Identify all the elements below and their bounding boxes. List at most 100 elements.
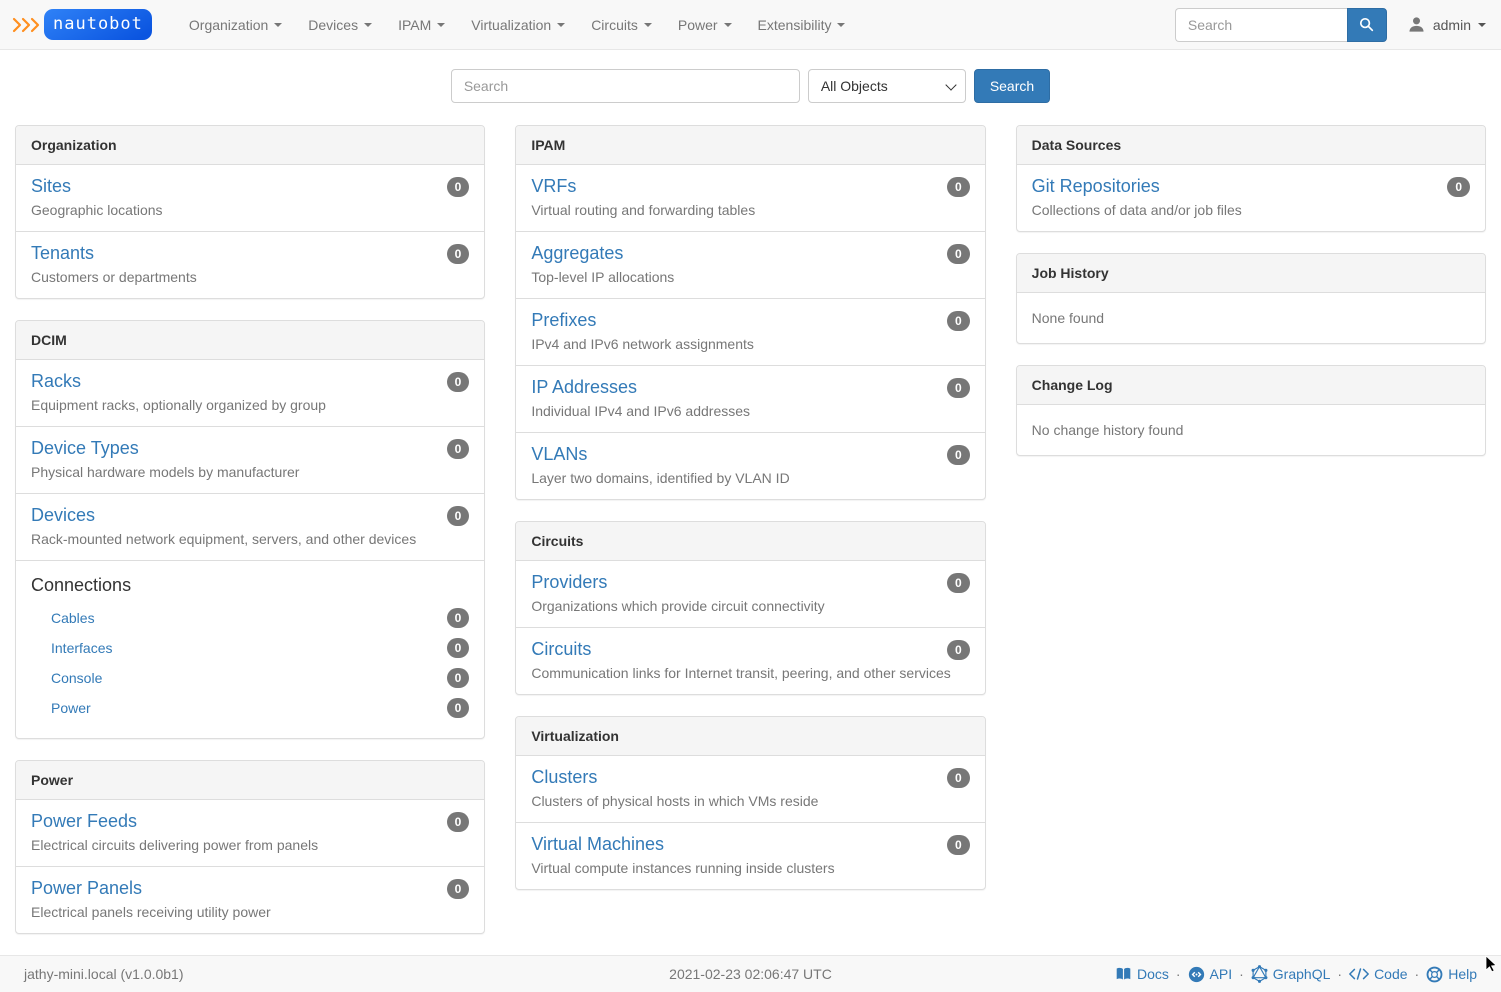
list-item: Tenants 0 Customers or departments bbox=[16, 231, 484, 298]
ip-addresses-link[interactable]: IP Addresses bbox=[531, 377, 637, 398]
prefixes-link[interactable]: Prefixes bbox=[531, 310, 596, 331]
chevron-down-icon bbox=[437, 23, 445, 27]
list-item: Git Repositories 0 Collections of data a… bbox=[1017, 165, 1485, 231]
count-badge: 0 bbox=[947, 244, 970, 264]
empty-state-text: No change history found bbox=[1017, 405, 1485, 455]
count-badge: 0 bbox=[1447, 177, 1470, 197]
list-item: Cables 0 bbox=[31, 603, 469, 633]
count-badge: 0 bbox=[447, 608, 470, 628]
circuits-link[interactable]: Circuits bbox=[531, 639, 591, 660]
list-item: Circuits 0 Communication links for Inter… bbox=[516, 627, 984, 694]
nautobot-logo[interactable]: nautobot bbox=[12, 9, 152, 40]
tenants-link[interactable]: Tenants bbox=[31, 243, 94, 264]
item-description: IPv4 and IPv6 network assignments bbox=[531, 336, 969, 352]
panel-change-log: Change Log No change history found bbox=[1016, 365, 1486, 456]
device-types-link[interactable]: Device Types bbox=[31, 438, 139, 459]
chevron-down-icon bbox=[644, 23, 652, 27]
menu-circuits[interactable]: Circuits bbox=[578, 2, 665, 48]
chevron-down-icon bbox=[557, 23, 565, 27]
search-input[interactable] bbox=[451, 69, 800, 103]
panel-ipam: IPAM VRFs 0 Virtual routing and forwardi… bbox=[515, 125, 985, 500]
navbar-search-input[interactable] bbox=[1175, 8, 1347, 42]
sites-link[interactable]: Sites bbox=[31, 176, 71, 197]
count-badge: 0 bbox=[947, 378, 970, 398]
racks-link[interactable]: Racks bbox=[31, 371, 81, 392]
list-item: Clusters 0 Clusters of physical hosts in… bbox=[516, 756, 984, 822]
list-item: Providers 0 Organizations which provide … bbox=[516, 561, 984, 627]
book-icon bbox=[1115, 966, 1132, 982]
count-badge: 0 bbox=[447, 506, 470, 526]
navbar-search-button[interactable] bbox=[1347, 8, 1387, 42]
devices-link[interactable]: Devices bbox=[31, 505, 95, 526]
graphql-link[interactable]: GraphQL bbox=[1251, 965, 1331, 983]
git-repositories-link[interactable]: Git Repositories bbox=[1032, 176, 1160, 197]
item-description: Communication links for Internet transit… bbox=[531, 665, 969, 681]
cables-link[interactable]: Cables bbox=[51, 610, 95, 626]
list-item: Virtual Machines 0 Virtual compute insta… bbox=[516, 822, 984, 889]
item-description: Equipment racks, optionally organized by… bbox=[31, 397, 469, 413]
separator: · bbox=[1239, 966, 1244, 982]
empty-state-text: None found bbox=[1017, 293, 1485, 343]
code-icon bbox=[1349, 967, 1369, 981]
count-badge: 0 bbox=[447, 244, 470, 264]
power-connections-link[interactable]: Power bbox=[51, 700, 91, 716]
api-link[interactable]: API bbox=[1188, 966, 1233, 983]
item-description: Clusters of physical hosts in which VMs … bbox=[531, 793, 969, 809]
username: admin bbox=[1433, 17, 1471, 33]
panel-heading: Circuits bbox=[516, 522, 984, 561]
footer-link-label: Help bbox=[1448, 966, 1477, 982]
menu-label: Virtualization bbox=[471, 17, 551, 33]
menu-label: Organization bbox=[189, 17, 268, 33]
power-feeds-link[interactable]: Power Feeds bbox=[31, 811, 137, 832]
menu-power[interactable]: Power bbox=[665, 2, 745, 48]
console-link[interactable]: Console bbox=[51, 670, 102, 686]
docs-link[interactable]: Docs bbox=[1115, 966, 1169, 982]
list-item: Power 0 bbox=[31, 693, 469, 723]
list-item: VRFs 0 Virtual routing and forwarding ta… bbox=[516, 165, 984, 231]
menu-virtualization[interactable]: Virtualization bbox=[458, 2, 578, 48]
count-badge: 0 bbox=[947, 311, 970, 331]
top-navbar: nautobot Organization Devices IPAM Virtu… bbox=[0, 0, 1501, 50]
menu-ipam[interactable]: IPAM bbox=[385, 2, 458, 48]
column-left: Organization Sites 0 Geographic location… bbox=[15, 125, 485, 955]
aggregates-link[interactable]: Aggregates bbox=[531, 243, 623, 264]
item-description: Customers or departments bbox=[31, 269, 469, 285]
clusters-link[interactable]: Clusters bbox=[531, 767, 597, 788]
object-type-select[interactable]: All Objects bbox=[808, 69, 966, 103]
footer-timestamp: 2021-02-23 02:06:47 UTC bbox=[669, 966, 832, 982]
panel-heading: DCIM bbox=[16, 321, 484, 360]
list-item: Racks 0 Equipment racks, optionally orga… bbox=[16, 360, 484, 426]
help-link[interactable]: Help bbox=[1426, 966, 1477, 983]
vlans-link[interactable]: VLANs bbox=[531, 444, 587, 465]
global-search-bar: All Objects Search bbox=[0, 69, 1501, 103]
menu-devices[interactable]: Devices bbox=[295, 2, 385, 48]
power-panels-link[interactable]: Power Panels bbox=[31, 878, 142, 899]
search-button[interactable]: Search bbox=[974, 69, 1050, 103]
vrfs-link[interactable]: VRFs bbox=[531, 176, 576, 197]
count-badge: 0 bbox=[447, 879, 470, 899]
panel-virtualization: Virtualization Clusters 0 Clusters of ph… bbox=[515, 716, 985, 890]
footer-link-label: GraphQL bbox=[1273, 966, 1331, 982]
menu-extensibility[interactable]: Extensibility bbox=[745, 2, 859, 48]
code-link[interactable]: Code bbox=[1349, 966, 1407, 982]
user-icon bbox=[1407, 15, 1426, 34]
item-description: Physical hardware models by manufacturer bbox=[31, 464, 469, 480]
dashboard-grid: Organization Sites 0 Geographic location… bbox=[0, 125, 1501, 955]
separator: · bbox=[1415, 966, 1420, 982]
panel-heading: Change Log bbox=[1017, 366, 1485, 405]
navbar-search bbox=[1175, 8, 1387, 42]
menu-organization[interactable]: Organization bbox=[176, 2, 295, 48]
panel-organization: Organization Sites 0 Geographic location… bbox=[15, 125, 485, 299]
count-badge: 0 bbox=[447, 812, 470, 832]
api-circle-icon bbox=[1188, 966, 1205, 983]
menu-label: IPAM bbox=[398, 17, 431, 33]
virtual-machines-link[interactable]: Virtual Machines bbox=[531, 834, 664, 855]
item-description: Individual IPv4 and IPv6 addresses bbox=[531, 403, 969, 419]
panel-heading: IPAM bbox=[516, 126, 984, 165]
panel-heading: Virtualization bbox=[516, 717, 984, 756]
user-menu[interactable]: admin bbox=[1407, 15, 1486, 34]
list-item: VLANs 0 Layer two domains, identified by… bbox=[516, 432, 984, 499]
providers-link[interactable]: Providers bbox=[531, 572, 607, 593]
interfaces-link[interactable]: Interfaces bbox=[51, 640, 112, 656]
main-menu: Organization Devices IPAM Virtualization… bbox=[176, 2, 859, 48]
